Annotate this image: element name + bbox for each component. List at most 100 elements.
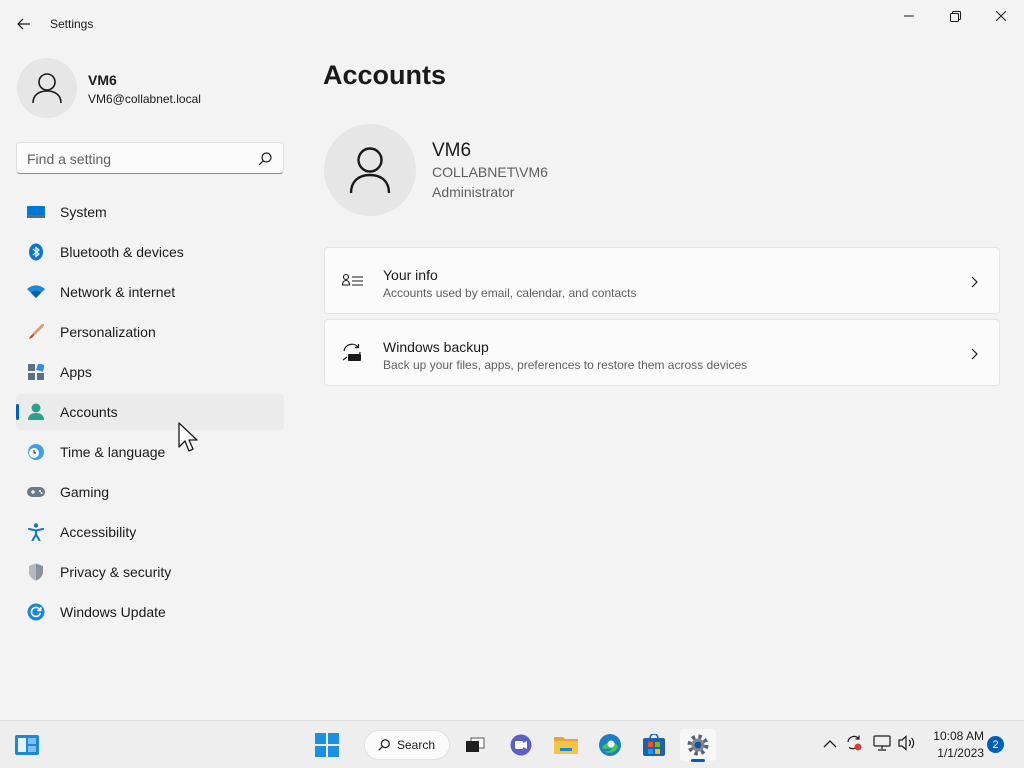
sidebar-item-apps[interactable]: Apps	[16, 354, 284, 390]
sidebar-item-privacy[interactable]: Privacy & security	[16, 554, 284, 590]
card-title: Your info	[383, 267, 438, 283]
sidebar-item-label: Gaming	[60, 484, 110, 500]
restore-button[interactable]	[932, 0, 978, 32]
sidebar-item-accessibility[interactable]: Accessibility	[16, 514, 284, 550]
sidebar-item-label: Accessibility	[60, 524, 137, 540]
clock-date[interactable]: 1/1/2023	[928, 746, 984, 760]
sidebar-item-windows-update[interactable]: Windows Update	[16, 594, 284, 630]
accounts-icon	[27, 403, 45, 421]
sidebar-nav: System Bluetooth & devices Network & int…	[16, 194, 284, 634]
wifi-icon	[27, 283, 45, 301]
apps-icon	[27, 363, 45, 381]
contact-info-icon	[342, 273, 363, 286]
profile-avatar[interactable]	[17, 58, 77, 118]
search-icon	[378, 739, 390, 751]
settings-icon	[687, 734, 709, 756]
person-icon	[349, 147, 391, 194]
settings-taskbar-button[interactable]	[680, 729, 716, 761]
file-explorer-button[interactable]	[548, 729, 584, 761]
close-button[interactable]	[978, 0, 1024, 32]
sidebar-item-personalization[interactable]: Personalization	[16, 314, 284, 350]
sync-icon	[847, 735, 862, 751]
back-arrow-icon	[17, 18, 30, 30]
sidebar-item-network[interactable]: Network & internet	[16, 274, 284, 310]
card-title: Windows backup	[383, 339, 489, 355]
sidebar-item-gaming[interactable]: Gaming	[16, 474, 284, 510]
account-role: Administrator	[432, 184, 515, 200]
sidebar-item-time-language[interactable]: Time & language	[16, 434, 284, 470]
search-input[interactable]	[27, 149, 252, 169]
account-avatar	[324, 124, 416, 216]
shield-icon	[27, 563, 45, 581]
backup-icon	[342, 343, 361, 361]
network-tray-button[interactable]	[873, 734, 891, 752]
sidebar-item-label: Accounts	[60, 404, 118, 420]
notification-badge[interactable]: 2	[987, 736, 1004, 753]
sidebar-item-label: Time & language	[60, 444, 166, 460]
page-title: Accounts	[323, 60, 447, 90]
windows-update-icon	[27, 603, 45, 621]
edge-button[interactable]	[592, 729, 628, 761]
sidebar-item-label: Apps	[60, 364, 92, 380]
chevron-right-icon	[971, 276, 978, 288]
start-icon	[315, 733, 339, 757]
running-app-indicator	[691, 759, 705, 762]
task-view-button[interactable]	[457, 729, 493, 761]
taskbar-search-label: Search	[397, 738, 436, 752]
sidebar-item-bluetooth[interactable]: Bluetooth & devices	[16, 234, 284, 270]
taskbar: Search	[0, 720, 1024, 768]
volume-icon	[898, 735, 915, 751]
person-icon	[32, 73, 62, 104]
store-button[interactable]	[636, 729, 672, 761]
clock-time[interactable]: 10:08 AM	[928, 729, 984, 743]
task-view-icon	[466, 737, 485, 752]
taskbar-search-button[interactable]: Search	[364, 730, 450, 760]
your-info-card[interactable]: Your info Accounts used by email, calend…	[324, 247, 1000, 314]
mouse-cursor-icon	[178, 422, 198, 452]
file-explorer-icon	[554, 737, 578, 754]
sidebar-item-label: Bluetooth & devices	[60, 244, 184, 260]
system-icon	[27, 203, 45, 221]
profile-name: VM6	[88, 72, 117, 88]
brush-icon	[27, 323, 45, 341]
time-language-icon	[27, 443, 45, 461]
card-description: Back up your files, apps, preferences to…	[383, 358, 748, 372]
back-button[interactable]	[10, 12, 38, 36]
chat-icon	[510, 734, 532, 756]
card-description: Accounts used by email, calendar, and co…	[383, 286, 637, 300]
title-bar: Settings	[0, 0, 1024, 48]
sync-status-button[interactable]	[845, 734, 863, 752]
active-indicator	[16, 404, 19, 420]
close-icon	[996, 11, 1006, 21]
search-box[interactable]	[16, 142, 284, 174]
accessibility-icon	[27, 523, 45, 541]
sidebar-item-accounts[interactable]: Accounts	[16, 394, 284, 430]
sidebar-item-label: Windows Update	[60, 604, 166, 620]
chevron-right-icon	[971, 348, 978, 360]
network-icon	[873, 735, 891, 751]
show-hidden-icons-button[interactable]	[821, 734, 839, 752]
restore-icon	[949, 10, 961, 22]
start-button[interactable]	[309, 729, 345, 761]
volume-tray-button[interactable]	[898, 734, 916, 752]
edge-icon	[599, 734, 621, 756]
account-name: VM6	[432, 140, 472, 161]
minimize-icon	[904, 15, 914, 17]
account-domain: COLLABNET\VM6	[432, 164, 548, 180]
sidebar-item-label: Personalization	[60, 324, 156, 340]
app-title: Settings	[50, 17, 94, 31]
gamepad-icon	[27, 483, 45, 501]
sidebar-item-system[interactable]: System	[16, 194, 284, 230]
sidebar-item-label: System	[60, 204, 107, 220]
widgets-icon[interactable]	[14, 733, 40, 757]
sidebar-item-label: Network & internet	[60, 284, 176, 300]
minimize-button[interactable]	[886, 0, 932, 32]
windows-backup-card[interactable]: Windows backup Back up your files, apps,…	[324, 319, 1000, 386]
search-icon[interactable]	[257, 151, 273, 167]
profile-email: VM6@collabnet.local	[88, 92, 201, 106]
chat-button[interactable]	[503, 729, 539, 761]
sidebar-item-label: Privacy & security	[60, 564, 172, 580]
bluetooth-icon	[27, 243, 45, 261]
store-icon	[643, 734, 665, 756]
chevron-up-icon	[823, 739, 837, 747]
